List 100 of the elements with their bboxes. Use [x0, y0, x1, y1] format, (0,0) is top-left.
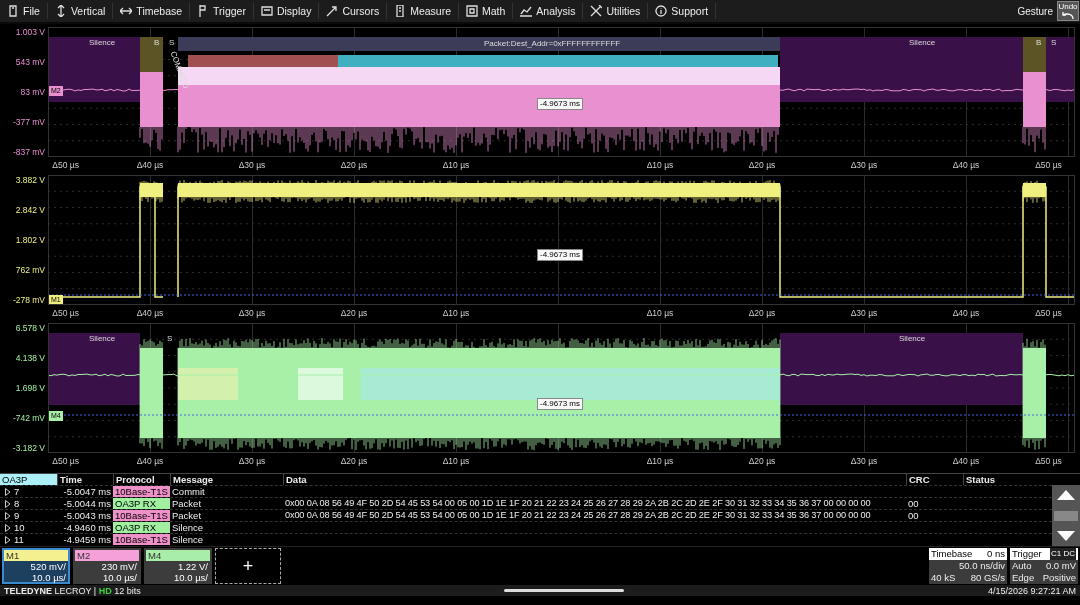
menu-item[interactable]: Measure: [387, 3, 459, 19]
protocol-tag: 10Base-T1S: [113, 534, 170, 545]
trigger-type: Edge: [1012, 572, 1035, 584]
protocol-tag: 10Base-T1S: [113, 510, 170, 521]
x-axis-label: Δ20 µs: [340, 307, 368, 318]
menu-icon: [590, 5, 603, 17]
table-cell-text: -5.0047 ms: [62, 486, 112, 497]
column-header[interactable]: CRC: [906, 474, 963, 485]
x-axis-label: Δ10 µs: [646, 159, 674, 170]
decode-label: S: [167, 334, 173, 344]
decode-label: S: [169, 38, 175, 48]
time-per-div: 50.0 ns/div: [959, 560, 1005, 572]
table-cell-text: -5.0044 ms: [62, 498, 112, 509]
table-cell-text: 0x00 0A 08 56 49 4F 50 2D 54 45 53 54 00 05 00 1D 1E 1F 20 21 22 23 24 25 26 27 28 29 2A 2B 2C 2D 2E 2F 30 31 32 33 34 35 36 37 00 00 00 00: [284, 510, 872, 521]
scroll-thumb[interactable]: [1054, 510, 1078, 521]
x-axis-label: Δ10 µs: [646, 307, 674, 318]
y-axis-label: -3.182 V: [12, 443, 45, 453]
panel-title: Trigger: [1012, 548, 1042, 560]
table-cell-text: 00: [907, 510, 920, 521]
gesture-label: Gesture: [1017, 5, 1053, 17]
x-axis-label: Δ20 µs: [748, 455, 776, 466]
timebase-panel[interactable]: Timebase 0 ns 50.0 ns/div 40 kS 80 GS/s: [929, 548, 1007, 584]
scroll-up-icon[interactable]: [1055, 488, 1077, 502]
table-cell-text: -5.0043 ms: [62, 510, 112, 521]
table-cell-text: Silence: [171, 534, 205, 545]
column-header[interactable]: Message: [170, 474, 283, 485]
trigger-panel[interactable]: Trigger C1 DC Auto 0.0 mV Edge Positive: [1010, 548, 1078, 584]
measurement-label: -4.9673 ms: [537, 249, 584, 261]
x-axis-label: Δ40 µs: [952, 159, 980, 170]
x-axis-label: Δ40 µs: [136, 455, 164, 466]
x-axis-label: Δ40 µs: [136, 159, 164, 170]
decode-label: Silence: [909, 38, 936, 48]
decode-label: Silence: [899, 334, 926, 344]
menu-icon: [655, 5, 668, 17]
x-axis-label: Δ50 µs: [52, 307, 79, 318]
y-axis-label: 83 mV: [20, 87, 45, 97]
channel-box[interactable]: M1 520 mV/ 10.0 µs/: [2, 548, 70, 584]
y-axis-label: -837 mV: [12, 147, 45, 157]
x-axis-label: Δ10 µs: [442, 159, 470, 170]
y-axis-label: 1.802 V: [15, 235, 45, 245]
date-time: 4/15/2026 9:27:21 AM: [987, 585, 1076, 596]
x-axis-label: Δ40 µs: [136, 307, 164, 318]
y-axis-label: 1.003 V: [15, 27, 45, 37]
menu-item[interactable]: Display: [253, 3, 320, 19]
trigger-mode: Auto: [1012, 560, 1032, 572]
brand-label: TELEDYNE LECROY | HD 12 bits: [4, 585, 141, 596]
add-channel-button[interactable]: +: [215, 548, 281, 584]
row-number[interactable]: 9: [0, 510, 57, 521]
row-number[interactable]: 11: [0, 534, 57, 545]
menu-icon: [394, 5, 407, 17]
decode-label: B: [154, 38, 160, 48]
channel-box[interactable]: M4 1.22 V/ 10.0 µs/: [144, 548, 212, 584]
column-header[interactable]: Data: [283, 474, 906, 485]
menu-item[interactable]: File: [0, 3, 48, 19]
menu-icon: [7, 5, 19, 17]
sample-rate: 80 GS/s: [970, 572, 1005, 584]
panel-title: Timebase: [931, 548, 973, 560]
menu-item[interactable]: Vertical: [47, 3, 114, 19]
measurement-label: -4.9673 ms: [537, 98, 584, 110]
x-axis-label: Δ30 µs: [238, 455, 266, 466]
table-cell-text: 00: [907, 498, 920, 509]
x-axis-label: Δ40 µs: [952, 455, 980, 466]
row-number[interactable]: 7: [0, 486, 57, 497]
scroll-down-icon[interactable]: [1055, 529, 1077, 543]
x-axis-label: Δ10 µs: [646, 455, 674, 466]
scroll-handle[interactable]: [504, 589, 625, 592]
y-axis-label: 543 mV: [15, 57, 45, 67]
x-axis-label: Δ50 µs: [1035, 307, 1062, 318]
menu-item[interactable]: Support: [648, 3, 717, 19]
decode-label: S: [1051, 38, 1057, 48]
decode-label: Silence: [89, 334, 116, 344]
protocol-tag: 10Base-T1S: [113, 486, 170, 497]
menu-item[interactable]: Analysis: [513, 3, 584, 19]
menu-item[interactable]: Timebase: [113, 3, 191, 19]
table-cell-text: Packet: [171, 498, 203, 509]
menu-item[interactable]: Math: [459, 3, 514, 19]
trigger-level: 0.0 mV: [1045, 560, 1076, 572]
undo-button[interactable]: Undo: [1057, 1, 1079, 21]
x-axis-label: Δ10 µs: [442, 455, 470, 466]
x-axis-label: Δ30 µs: [850, 455, 878, 466]
x-axis-label: Δ20 µs: [340, 455, 368, 466]
row-number[interactable]: 10: [0, 522, 57, 533]
menu-item[interactable]: Trigger: [190, 3, 254, 19]
table-cell-text: -4.9460 ms: [62, 522, 112, 533]
y-axis-label: 4.138 V: [15, 353, 45, 363]
menu-item[interactable]: Utilities: [583, 3, 649, 19]
menu-item[interactable]: Cursors: [319, 3, 388, 19]
table-scrollbar[interactable]: [1052, 485, 1080, 546]
row-number[interactable]: 8: [0, 498, 57, 509]
x-axis-label: Δ50 µs: [52, 455, 79, 466]
x-axis-label: Δ50 µs: [1035, 159, 1062, 170]
column-header[interactable]: Time: [57, 474, 113, 485]
undo-arrow-icon: [1061, 11, 1075, 19]
trigger-slope: Positive: [1042, 572, 1076, 584]
channel-box[interactable]: M2 230 mV/ 10.0 µs/: [73, 548, 141, 584]
x-axis-label: Δ30 µs: [238, 159, 266, 170]
x-axis-label: Δ30 µs: [238, 307, 266, 318]
protocol-tag: OA3P RX: [113, 522, 170, 533]
y-axis-label: 1.698 V: [15, 383, 45, 393]
column-header[interactable]: Protocol: [113, 474, 170, 485]
